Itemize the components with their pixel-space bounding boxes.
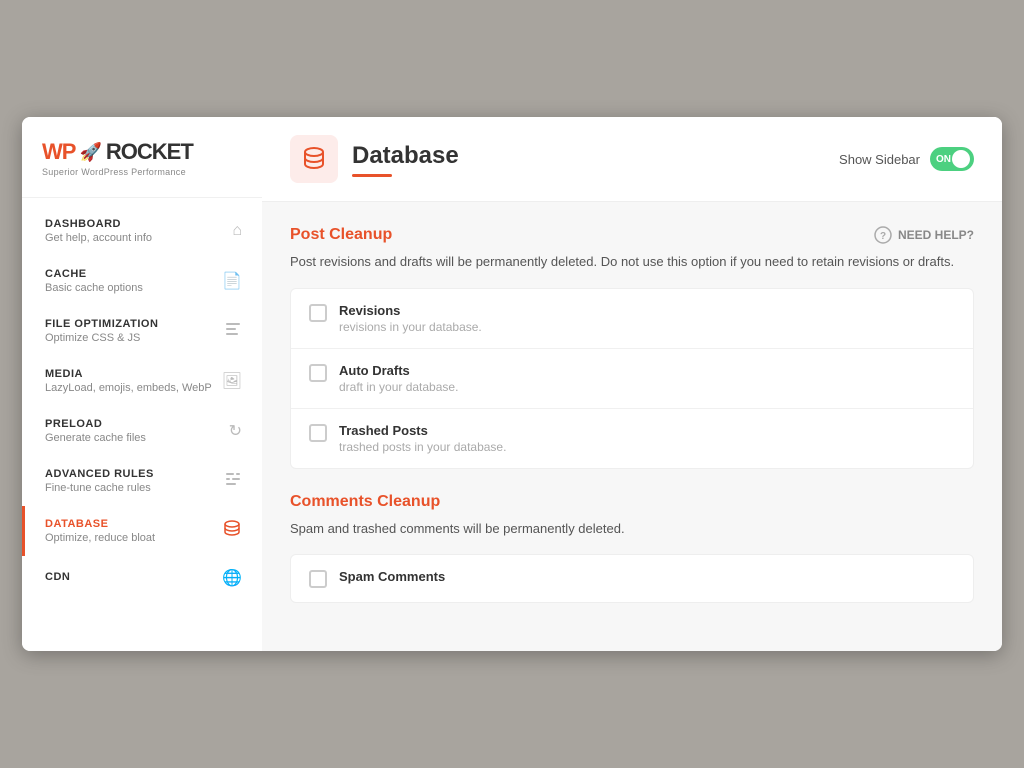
need-help-button[interactable]: ? NEED HELP? bbox=[874, 226, 974, 244]
comments-cleanup-checkboxes: Spam Comments bbox=[290, 554, 974, 603]
nav-items: DASHBOARD Get help, account info ⌂ CACHE… bbox=[22, 198, 262, 651]
comments-cleanup-section-title: Comments Cleanup bbox=[290, 493, 974, 511]
sidebar-item-database[interactable]: DATABASE Optimize, reduce bloat bbox=[22, 506, 262, 556]
sidebar-item-advanced-rules[interactable]: ADVANCED RULES Fine-tune cache rules bbox=[22, 456, 262, 506]
main-content: Post Cleanup ? NEED HELP? Post revisions… bbox=[262, 202, 1002, 651]
post-cleanup-section-title: Post Cleanup ? NEED HELP? bbox=[290, 226, 974, 244]
toggle-switch[interactable]: ON bbox=[930, 147, 974, 171]
cache-icon: 📄 bbox=[222, 271, 242, 291]
spam-comments-checkbox[interactable] bbox=[309, 570, 327, 588]
sidebar-item-file-optimization[interactable]: FILE OPTIMIZATION Optimize CSS & JS bbox=[22, 306, 262, 356]
trashed-posts-checkbox[interactable] bbox=[309, 424, 327, 442]
title-underline bbox=[352, 174, 392, 177]
sidebar-item-cache[interactable]: CACHE Basic cache options 📄 bbox=[22, 256, 262, 306]
checkbox-item-revisions: Revisions revisions in your database. bbox=[291, 289, 973, 349]
checkbox-item-auto-drafts: Auto Drafts draft in your database. bbox=[291, 349, 973, 409]
sidebar-item-dashboard[interactable]: DASHBOARD Get help, account info ⌂ bbox=[22, 206, 262, 256]
post-cleanup-checkboxes: Revisions revisions in your database. Au… bbox=[290, 288, 974, 469]
logo-wp: WP bbox=[42, 139, 75, 165]
sidebar: WP 🚀 ROCKET Superior WordPress Performan… bbox=[22, 117, 262, 651]
advanced-rules-icon bbox=[224, 470, 242, 493]
main-header: Database Show Sidebar ON bbox=[262, 117, 1002, 202]
file-opt-icon bbox=[224, 320, 242, 343]
comments-cleanup-description: Spam and trashed comments will be perman… bbox=[290, 519, 974, 539]
toggle-on-label: ON bbox=[936, 154, 951, 165]
main-content-area: Database Show Sidebar ON Post Cleanup bbox=[262, 117, 1002, 651]
checkbox-item-spam-comments: Spam Comments bbox=[291, 555, 973, 602]
logo-area: WP 🚀 ROCKET Superior WordPress Performan… bbox=[22, 117, 262, 198]
checkbox-item-trashed-posts: Trashed Posts trashed posts in your data… bbox=[291, 409, 973, 468]
revisions-checkbox[interactable] bbox=[309, 304, 327, 322]
page-icon bbox=[290, 135, 338, 183]
sidebar-toggle-area[interactable]: Show Sidebar ON bbox=[839, 147, 974, 171]
app-window: WP 🚀 ROCKET Superior WordPress Performan… bbox=[22, 117, 1002, 651]
database-icon bbox=[222, 519, 242, 544]
toggle-knob bbox=[952, 150, 970, 168]
page-title: Database bbox=[352, 142, 459, 170]
logo-sub: Superior WordPress Performance bbox=[42, 167, 242, 177]
sidebar-item-media[interactable]: MEDIA LazyLoad, emojis, embeds, WebP 🖼 bbox=[22, 356, 262, 406]
logo-rocket: ROCKET bbox=[106, 139, 193, 165]
sidebar-item-cdn[interactable]: CDN 🌐 bbox=[22, 556, 262, 600]
home-icon: ⌂ bbox=[232, 222, 242, 240]
svg-text:?: ? bbox=[880, 231, 886, 242]
post-cleanup-description: Post revisions and drafts will be perman… bbox=[290, 252, 974, 272]
preload-icon: ↻ bbox=[229, 421, 242, 441]
media-icon: 🖼 bbox=[222, 371, 242, 391]
logo-icon: 🚀 bbox=[79, 142, 101, 163]
sidebar-item-preload[interactable]: PRELOAD Generate cache files ↻ bbox=[22, 406, 262, 456]
cdn-icon: 🌐 bbox=[222, 568, 242, 588]
sidebar-toggle-label: Show Sidebar bbox=[839, 152, 920, 167]
auto-drafts-checkbox[interactable] bbox=[309, 364, 327, 382]
